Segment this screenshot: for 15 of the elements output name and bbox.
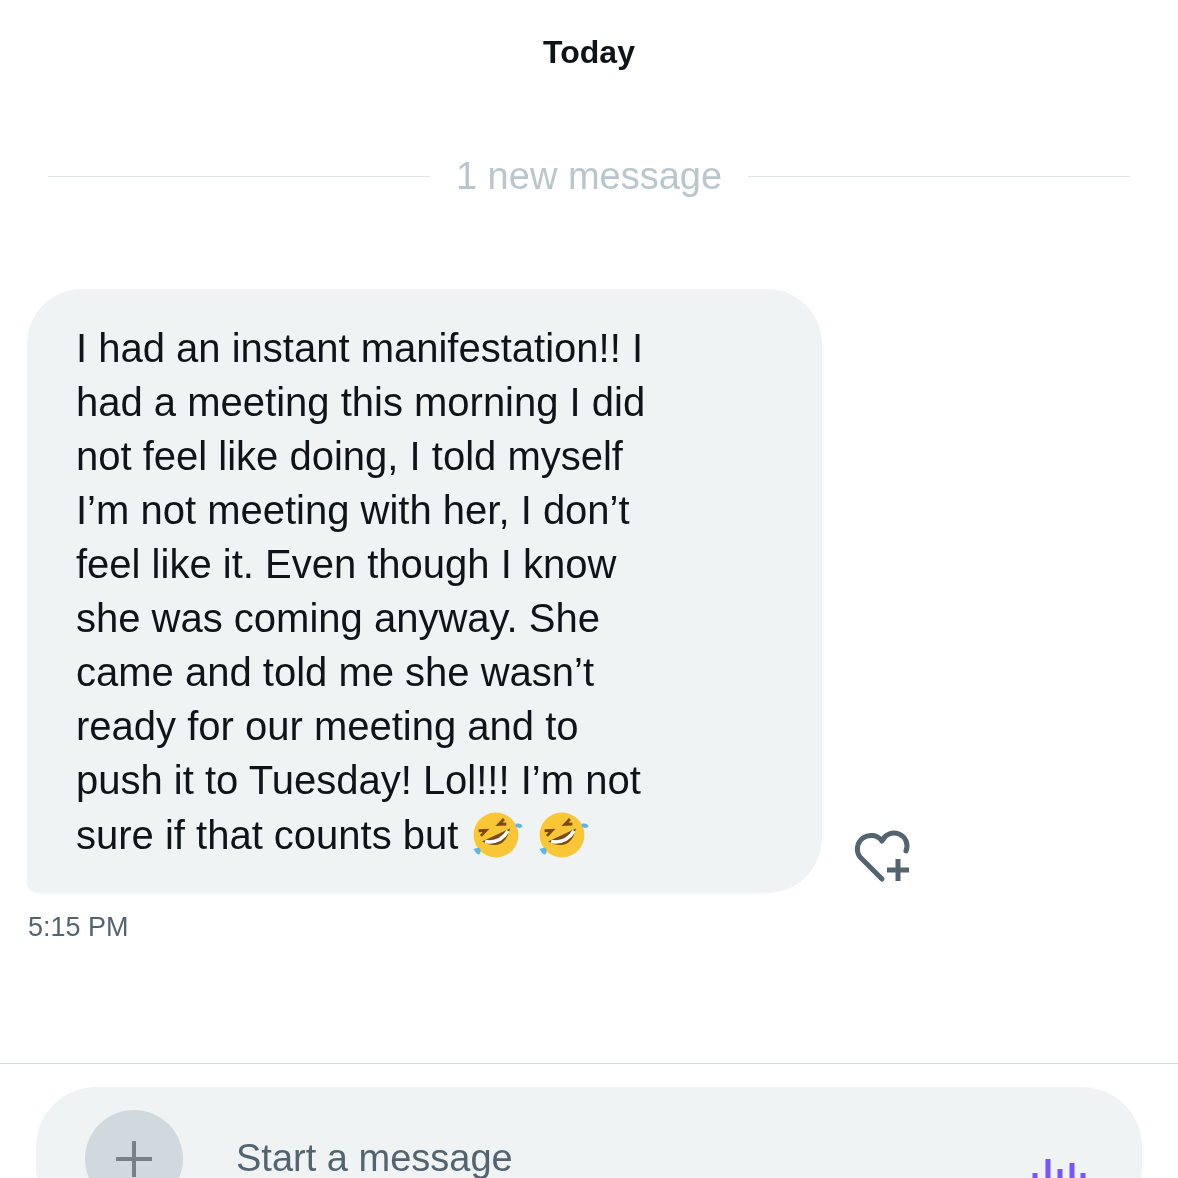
message-line: I had an instant manifestation!! I <box>76 325 643 372</box>
message-time: 5:15 PM <box>28 912 129 942</box>
day-header: Today <box>543 33 635 72</box>
message-line: came and told me she wasn’t <box>76 649 595 696</box>
message-line: she was coming anyway. She <box>76 595 600 642</box>
new-message-divider-label: 1 new message <box>455 154 723 199</box>
message-line: ready for our meeting and to <box>76 703 579 750</box>
message-line: sure if that counts but <box>76 812 459 859</box>
message-line: I’m not meeting with her, I don’t <box>76 487 630 534</box>
heart-plus-icon[interactable] <box>852 829 912 885</box>
message-line: push it to Tuesday! Lol!!! I’m not <box>76 757 641 804</box>
message-line: feel like it. Even though I know <box>76 541 617 588</box>
plus-icon <box>114 1139 154 1178</box>
message-line: not feel like doing, I told myself <box>76 433 623 480</box>
message-line: had a meeting this morning I did <box>76 379 646 426</box>
